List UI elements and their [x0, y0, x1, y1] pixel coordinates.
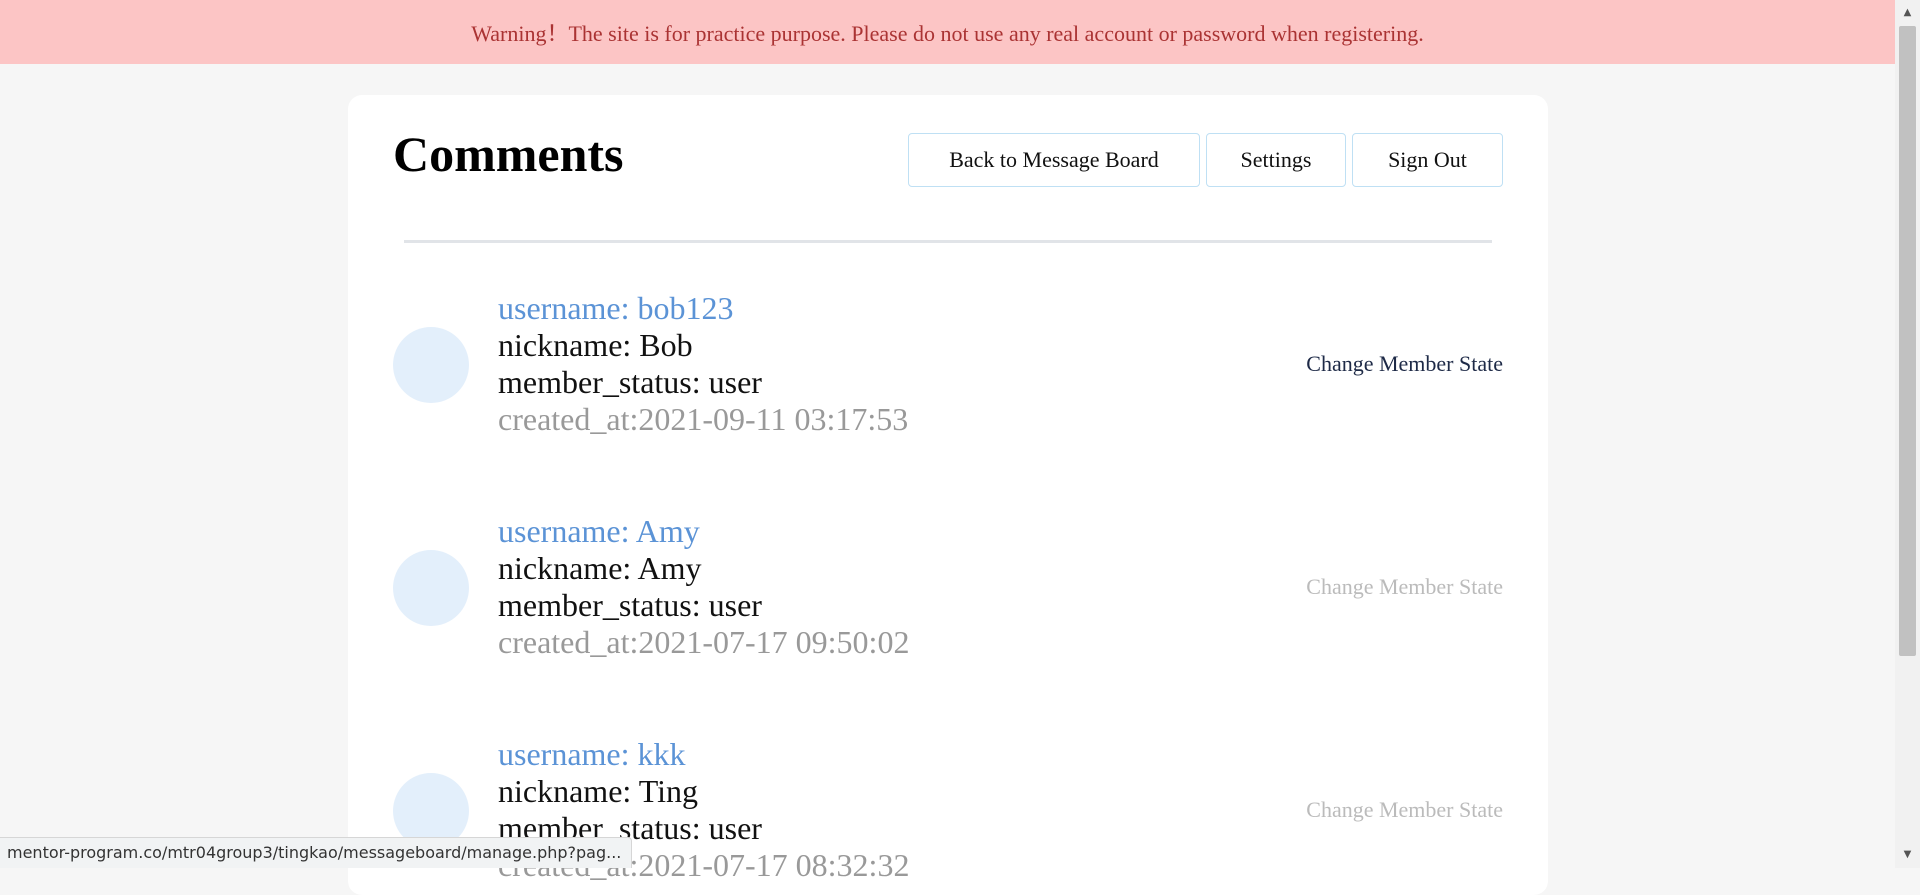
- member-nickname: nickname: Amy: [498, 550, 909, 587]
- scroll-down-icon[interactable]: ▼: [1895, 846, 1920, 864]
- member-nickname: nickname: Bob: [498, 327, 908, 364]
- warning-text: Warning！The site is for practice purpose…: [471, 16, 1424, 48]
- header-actions: Back to Message Board Settings Sign Out: [908, 133, 1503, 187]
- member-username: username: Amy: [498, 513, 909, 550]
- status-bar-url: mentor-program.co/mtr04group3/tingkao/me…: [0, 837, 632, 868]
- member-created-at: created_at:2021-09-11 03:17:53: [498, 401, 908, 438]
- scrollbar-thumb[interactable]: [1899, 26, 1916, 656]
- change-member-state-button[interactable]: Change Member State: [1306, 574, 1503, 600]
- member-status: member_status: user: [498, 364, 908, 401]
- vertical-scrollbar[interactable]: ▲ ▼: [1895, 0, 1920, 868]
- back-to-message-board-button[interactable]: Back to Message Board: [908, 133, 1200, 187]
- member-info: username: bob123 nickname: Bob member_st…: [498, 290, 908, 438]
- member-username: username: bob123: [498, 290, 908, 327]
- sign-out-button[interactable]: Sign Out: [1352, 133, 1503, 187]
- member-item: username: Amy nickname: Amy member_statu…: [393, 513, 1503, 663]
- settings-button[interactable]: Settings: [1206, 133, 1346, 187]
- member-nickname: nickname: Ting: [498, 773, 909, 810]
- scroll-up-icon[interactable]: ▲: [1895, 4, 1920, 22]
- member-info: username: Amy nickname: Amy member_statu…: [498, 513, 909, 661]
- member-item: username: bob123 nickname: Bob member_st…: [393, 290, 1503, 440]
- member-status: member_status: user: [498, 587, 909, 624]
- member-created-at: created_at:2021-07-17 09:50:02: [498, 624, 909, 661]
- member-username: username: kkk: [498, 736, 909, 773]
- page-title: Comments: [393, 125, 624, 183]
- change-member-state-button[interactable]: Change Member State: [1306, 351, 1503, 377]
- warning-banner: Warning！The site is for practice purpose…: [0, 0, 1895, 64]
- main-card: Comments Back to Message Board Settings …: [348, 95, 1548, 895]
- change-member-state-button[interactable]: Change Member State: [1306, 797, 1503, 823]
- divider: [404, 240, 1492, 243]
- avatar: [393, 327, 469, 403]
- avatar: [393, 550, 469, 626]
